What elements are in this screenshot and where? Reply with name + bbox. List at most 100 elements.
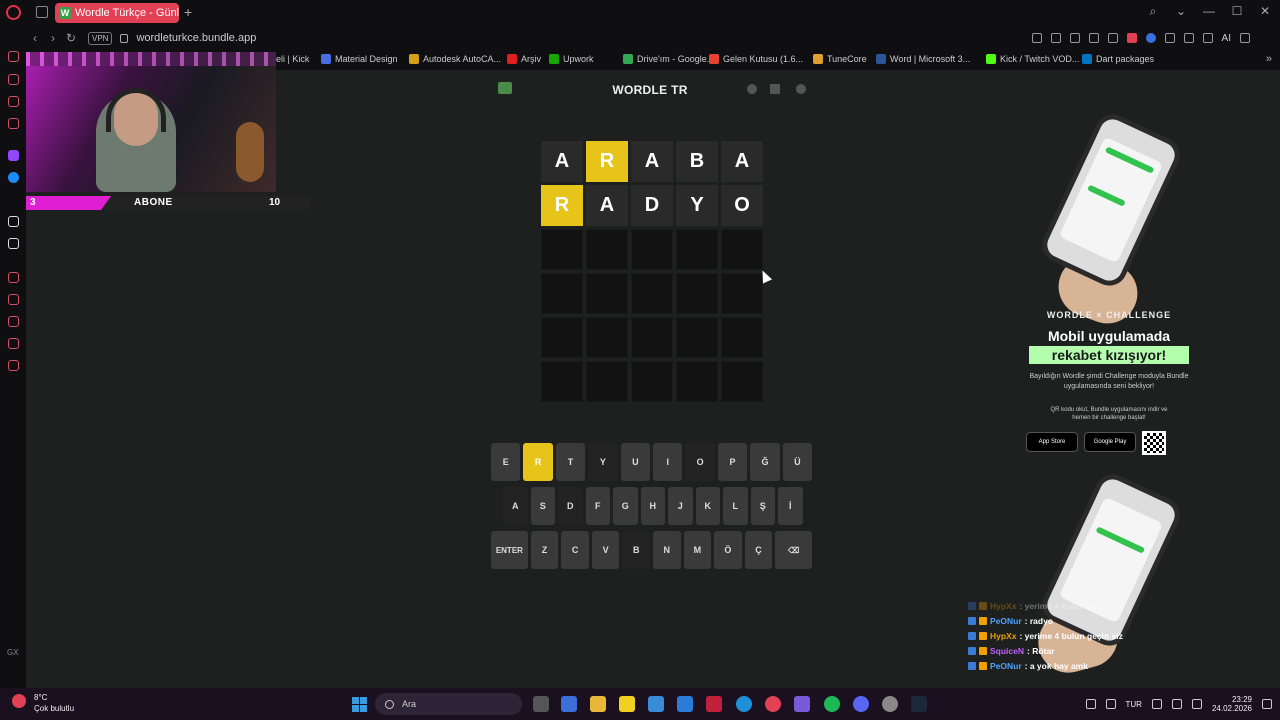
back-icon[interactable]: ‹ [26,31,44,45]
bookmark-icon[interactable] [1031,33,1042,43]
start-menu-icon[interactable] [352,697,367,712]
file-explorer-icon[interactable] [590,696,606,712]
puzzle-icon[interactable] [1164,33,1175,43]
key-m[interactable]: M [683,531,712,569]
profile-icon[interactable] [1183,33,1194,43]
opera-gx-icon[interactable] [765,696,781,712]
bookmark-item[interactable]: Dart packages [1082,54,1154,64]
key-ş[interactable]: Ş [750,487,775,525]
url-field[interactable]: wordleturkce.bundle.app [136,32,256,44]
heart-icon[interactable] [1107,33,1118,43]
weather-temperature[interactable]: 8°C [34,693,47,702]
steam-icon[interactable] [911,696,927,712]
notification-icon[interactable] [1262,699,1272,709]
tab-list-icon[interactable] [36,6,48,18]
language-indicator[interactable]: TUR [1126,700,1142,709]
bookmark-partial[interactable]: eli | Kick [276,54,309,64]
tiktok-icon[interactable] [8,216,19,227]
bookmark-item[interactable]: Gelen Kutusu (1.6... [709,54,803,64]
key-i[interactable]: I [653,443,683,481]
shield-icon[interactable] [1069,33,1080,43]
tabs-icon[interactable] [8,96,19,107]
store-icon[interactable] [648,696,664,712]
bookmarks-overflow-icon[interactable]: » [1266,53,1272,65]
challenge-ad[interactable]: WORDLE × CHALLENGE Mobil uygulamada reka… [1018,70,1200,685]
wallet-icon[interactable] [8,294,19,305]
app-icon-3[interactable] [794,696,810,712]
key-f[interactable]: F [585,487,610,525]
key-e[interactable]: E [491,443,521,481]
new-tab-button[interactable]: + [184,4,192,20]
app-store-badge[interactable]: App Store [1026,432,1078,452]
download-icon[interactable] [1202,33,1213,43]
key-y[interactable]: Y [588,443,618,481]
close-button[interactable]: ✕ [1258,4,1272,19]
key-p[interactable]: P [717,443,748,481]
edge-icon[interactable] [736,696,752,712]
minimize-button[interactable]: — [1202,4,1216,19]
google-play-badge[interactable]: Google Play [1084,432,1136,452]
key-h[interactable]: H [640,487,665,525]
battery-icon[interactable] [1191,699,1202,709]
mail-icon[interactable] [8,118,19,129]
key-s[interactable]: S [530,487,555,525]
key-i̇[interactable]: İ [778,487,803,525]
weather-icon[interactable] [12,694,26,708]
key-g[interactable]: G [613,487,638,525]
clock[interactable]: 23:29 24.02.2026 [1212,695,1252,713]
settings-icon[interactable] [8,360,19,371]
maximize-button[interactable]: ☐ [1230,4,1244,19]
workspace-icon[interactable] [8,74,19,85]
active-tab[interactable]: W Wordle Türkçe - Günlük Ke [55,3,179,23]
app-icon[interactable] [561,696,577,712]
key-d[interactable]: D [558,487,583,525]
key-l[interactable]: L [723,487,748,525]
info-icon[interactable] [747,84,757,94]
vscode-icon[interactable] [677,696,693,712]
microphone-icon[interactable] [1105,699,1116,709]
key-ü[interactable]: Ü [782,443,813,481]
key-t[interactable]: T [555,443,586,481]
bookmark-item[interactable]: Drive'ım - Google... [623,54,714,64]
key-k[interactable]: K [695,487,720,525]
key-a[interactable]: A [503,487,528,525]
notes-icon[interactable] [619,696,635,712]
messenger-icon[interactable] [8,172,19,183]
task-view-icon[interactable] [533,696,549,712]
twitch-icon[interactable] [8,150,19,161]
key-n[interactable]: N [653,531,681,569]
history-icon[interactable] [8,316,19,327]
volume-icon[interactable] [1171,699,1182,709]
tab-menu-icon[interactable]: ⌄ [1174,4,1188,19]
key-z[interactable]: Z [530,531,559,569]
settings-gear-icon[interactable] [796,84,806,94]
vpn-badge[interactable]: VPN [88,31,113,45]
discord-icon[interactable] [853,696,869,712]
taskbar-search[interactable]: Ara [375,693,522,715]
snapshot-icon[interactable] [1050,33,1061,43]
reload-icon[interactable]: ↻ [62,31,80,45]
extension-icon-2[interactable] [1145,33,1156,43]
backspace-key[interactable]: ⌫ [775,531,812,569]
bookmark-item[interactable]: Autodesk AutoCA... [409,54,501,64]
key-c[interactable]: C [561,531,589,569]
key-ö[interactable]: Ö [714,531,742,569]
key-b[interactable]: B [622,531,650,569]
key-v[interactable]: V [591,531,620,569]
key-j[interactable]: J [668,487,693,525]
app-icon-2[interactable] [706,696,722,712]
chevron-up-icon[interactable] [1085,699,1096,709]
key-ç[interactable]: Ç [744,531,773,569]
key-u[interactable]: U [620,443,651,481]
bookmark-item[interactable]: Upwork [549,54,594,64]
bookmark-item[interactable]: Arşiv [507,54,541,64]
key-o[interactable]: O [685,443,715,481]
menu-icon[interactable] [1240,33,1250,43]
bookmark-item[interactable]: Kick / Twitch VOD... [986,54,1079,64]
network-icon[interactable] [1151,699,1162,709]
gx-icon[interactable]: GX [7,648,19,657]
aria-ai-button[interactable]: AI [1222,33,1231,44]
bookmark-item[interactable]: Material Design [321,54,398,64]
key-ğ[interactable]: Ğ [750,443,780,481]
bookmark-item[interactable]: Word | Microsoft 3... [876,54,970,64]
